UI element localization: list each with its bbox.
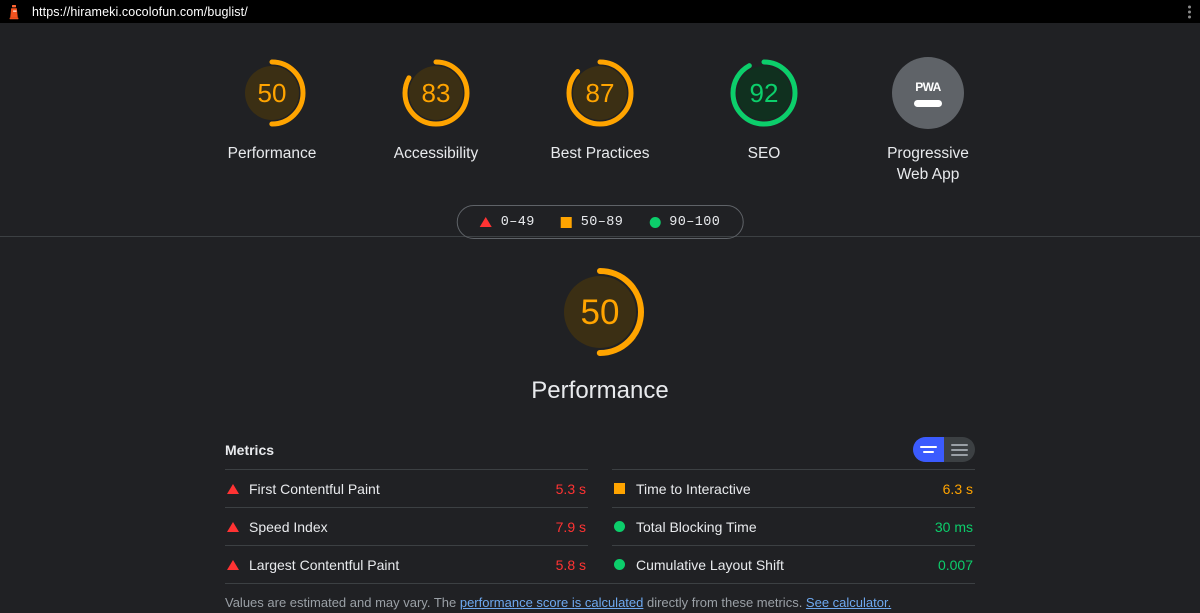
metric-row[interactable]: First Contentful Paint 5.3 s	[225, 469, 588, 507]
disclaimer-text-2: directly from these metrics.	[643, 595, 806, 610]
browser-menu-icon[interactable]	[1188, 5, 1191, 18]
metric-row[interactable]: Time to Interactive 6.3 s	[612, 469, 975, 507]
metrics-column-right: Time to Interactive 6.3 s Total Blocking…	[612, 469, 975, 583]
category-gauge-value: 50	[580, 292, 620, 332]
metric-value: 5.8 s	[555, 556, 586, 573]
legend-item-average: 50–89	[560, 214, 624, 230]
circle-pass-icon	[614, 521, 636, 532]
pwa-dash-icon	[914, 99, 942, 107]
metric-label: Total Blocking Time	[636, 518, 757, 535]
metric-value: 0.007	[937, 556, 973, 573]
legend-label-fail: 0–49	[500, 214, 535, 230]
gauge-value-performance: 50	[257, 78, 287, 108]
category-gauge-wrapper: 50 Performance	[0, 265, 1200, 405]
metrics-columns: First Contentful Paint 5.3 s Speed Index…	[225, 469, 975, 583]
triangle-fail-icon	[479, 217, 492, 227]
scores-summary-strip: 50 Performance 83 Accessibility 87 Best …	[0, 23, 1200, 239]
performance-category-section: 50 Performance Metrics First Contentful …	[0, 237, 1200, 610]
score-gauge-best-practices[interactable]: 87 Best Practices	[539, 57, 662, 185]
metric-label: Speed Index	[249, 518, 328, 535]
score-gauge-pwa[interactable]: PWA Progressive Web App	[867, 57, 990, 185]
metric-label: Time to Interactive	[636, 480, 751, 497]
metric-label: First Contentful Paint	[249, 480, 380, 497]
metric-row[interactable]: Speed Index 7.9 s	[225, 507, 588, 545]
metrics-block: Metrics First Contentful Paint 5.3 s Spe…	[225, 437, 975, 610]
gauge-label-performance: Performance	[227, 145, 317, 162]
triangle-fail-icon	[227, 483, 249, 494]
gauge-label-seo: SEO	[747, 145, 781, 162]
score-gauges-row: 50 Performance 83 Accessibility 87 Best …	[0, 23, 1200, 185]
browser-url-bar: https://hirameki.cocolofun.com/buglist/	[0, 0, 1200, 23]
triangle-fail-icon	[227, 521, 249, 532]
metric-label: Cumulative Layout Shift	[636, 556, 784, 573]
gauge-label-best-practices: Best Practices	[550, 145, 650, 162]
metric-row[interactable]: Cumulative Layout Shift 0.007	[612, 545, 975, 583]
gauge-value-seo: 92	[749, 78, 779, 108]
metric-row[interactable]: Total Blocking Time 30 ms	[612, 507, 975, 545]
metric-value: 30 ms	[934, 518, 973, 535]
lighthouse-icon	[6, 4, 22, 20]
score-gauge-seo[interactable]: 92 SEO	[703, 57, 826, 185]
gauge-ring-performance: 50	[236, 57, 308, 129]
metric-value: 5.3 s	[555, 480, 586, 497]
gauge-ring-accessibility: 83	[400, 57, 472, 129]
metrics-heading: Metrics	[225, 441, 275, 458]
metric-row[interactable]: Largest Contentful Paint 5.8 s	[225, 545, 588, 583]
metrics-disclaimer: Values are estimated and may vary. The p…	[225, 583, 975, 610]
gauge-label-pwa: Progressive Web App	[887, 145, 969, 183]
metric-value: 6.3 s	[942, 480, 973, 497]
metric-label: Largest Contentful Paint	[249, 556, 400, 573]
gauge-ring-seo: 92	[728, 57, 800, 129]
pwa-badge-icon: PWA	[892, 57, 964, 129]
see-calculator-link[interactable]: See calculator.	[806, 595, 891, 610]
category-gauge-performance: 50	[553, 265, 647, 359]
score-gauge-accessibility[interactable]: 83 Accessibility	[375, 57, 498, 185]
url-text[interactable]: https://hirameki.cocolofun.com/buglist/	[32, 5, 248, 19]
circle-pass-icon	[649, 216, 661, 228]
disclaimer-text-1: Values are estimated and may vary. The	[225, 595, 460, 610]
triangle-fail-icon	[227, 559, 249, 570]
simple-view-toggle[interactable]	[913, 437, 944, 462]
square-average-icon	[614, 483, 636, 494]
gauge-value-best-practices: 87	[585, 78, 615, 108]
legend-item-pass: 90–100	[649, 215, 720, 230]
circle-pass-icon	[614, 559, 636, 570]
metrics-column-left: First Contentful Paint 5.3 s Speed Index…	[225, 469, 588, 583]
score-legend: 0–49 50–89 90–100	[456, 205, 744, 239]
gauge-label-accessibility: Accessibility	[393, 145, 479, 162]
gauge-value-accessibility: 83	[421, 78, 451, 108]
metrics-view-toggle[interactable]	[913, 437, 975, 462]
legend-item-fail: 0–49	[479, 214, 535, 230]
expanded-view-toggle[interactable]	[944, 437, 975, 462]
category-title: Performance	[531, 377, 669, 404]
metrics-header: Metrics	[225, 437, 975, 469]
score-gauge-performance[interactable]: 50 Performance	[211, 57, 334, 185]
metric-value: 7.9 s	[555, 518, 586, 535]
legend-label-pass: 90–100	[669, 214, 721, 230]
performance-score-link[interactable]: performance score is calculated	[460, 595, 644, 610]
pwa-badge-label: PWA	[915, 79, 941, 94]
gauge-ring-best-practices: 87	[564, 57, 636, 129]
legend-label-average: 50–89	[580, 214, 624, 230]
square-average-icon	[560, 216, 572, 228]
